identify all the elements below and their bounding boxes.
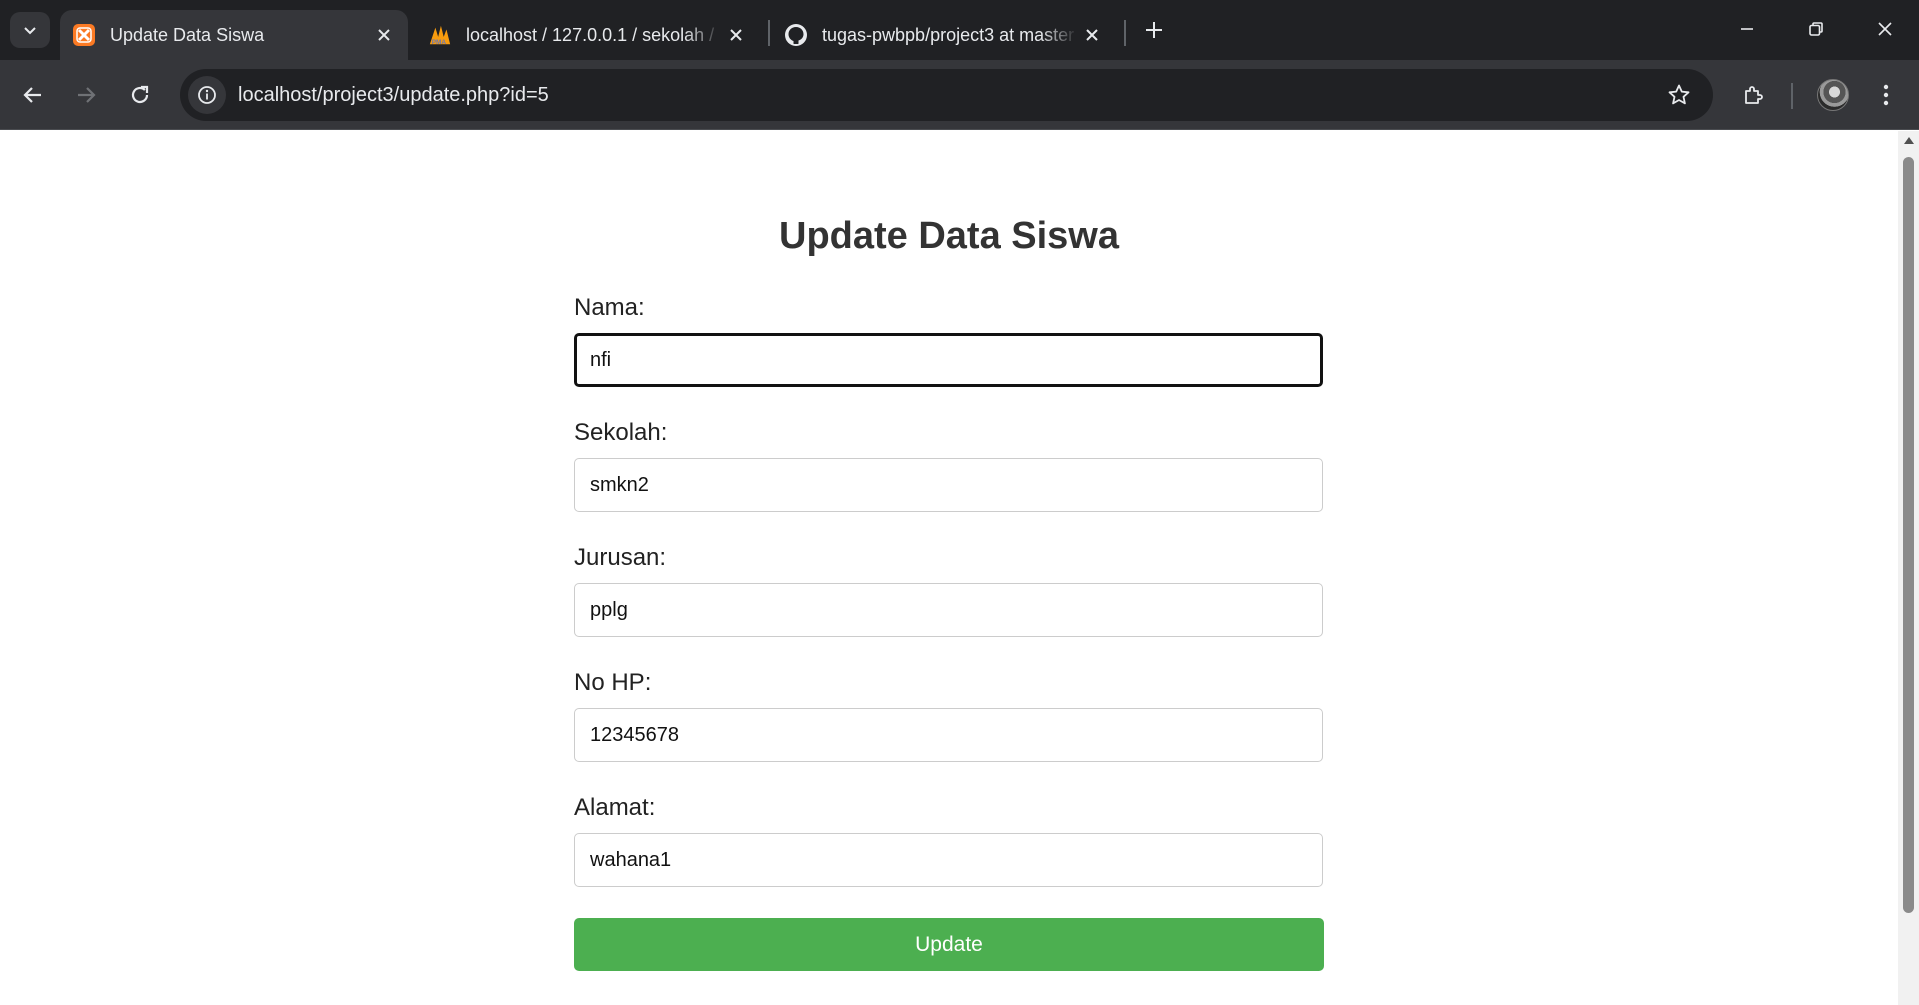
tab-separator [768,20,770,46]
extensions-button[interactable] [1735,76,1773,114]
tab-title: tugas-pwbpb/project3 at master [822,24,1075,45]
sekolah-input[interactable] [574,458,1323,512]
restore-icon [1809,22,1823,36]
no-hp-label: No HP: [574,669,652,696]
toolbar-divider [1791,83,1793,109]
reload-button[interactable] [121,76,159,114]
profile-avatar[interactable] [1817,79,1849,111]
kebab-menu-icon [1883,84,1889,106]
github-icon [784,23,808,47]
tab-separator [1124,20,1126,46]
scroll-up-arrow-icon[interactable] [1904,137,1914,144]
sekolah-label: Sekolah: [574,419,668,446]
bookmark-button[interactable] [1657,73,1701,117]
minimize-button[interactable] [1713,0,1781,58]
phpmyadmin-icon: PMA [428,23,452,47]
tab-search-button[interactable] [10,12,50,48]
plus-icon [1146,22,1162,38]
tab-title: localhost / 127.0.0.1 / sekolah / [466,24,715,45]
restore-button[interactable] [1782,0,1850,58]
reload-icon [131,85,149,104]
jurusan-input[interactable] [574,583,1323,637]
tab-title: Update Data Siswa [110,24,265,45]
minimize-icon [1741,28,1753,30]
browser-tab-strip: Update Data Siswa PMA localhost / 127.0.… [0,0,1919,60]
update-button[interactable]: Update [574,918,1324,971]
tab-github[interactable]: tugas-pwbpb/project3 at master [772,10,1116,60]
close-tab-icon[interactable] [370,21,398,49]
puzzle-icon [1745,86,1763,104]
browser-toolbar: localhost/project3/update.php?id=5 [0,60,1919,130]
forward-button[interactable] [67,76,105,114]
info-icon [198,86,216,104]
svg-text:PMA: PMA [432,39,447,46]
jurusan-label: Jurusan: [574,544,667,571]
no-hp-input[interactable] [574,708,1323,762]
nama-label: Nama: [574,294,645,321]
tab-update-data-siswa[interactable]: Update Data Siswa [60,10,408,60]
xampp-icon [72,23,96,47]
new-tab-button[interactable] [1136,12,1172,48]
close-tab-icon[interactable] [722,21,750,49]
scrollbar-thumb[interactable] [1903,157,1914,913]
close-tab-icon[interactable] [1078,21,1106,49]
page-title: Update Data Siswa [779,215,1119,257]
arrow-left-icon [23,87,41,103]
vertical-scrollbar[interactable] [1898,131,1919,1005]
star-icon [1668,84,1690,105]
address-bar[interactable]: localhost/project3/update.php?id=5 [180,69,1713,121]
close-window-button[interactable] [1851,0,1919,58]
menu-button[interactable] [1867,76,1905,114]
close-icon [1878,22,1892,36]
page-content: Update Data Siswa Nama: Sekolah: Jurusan… [0,131,1898,1005]
nama-input[interactable] [574,333,1323,387]
chevron-down-icon [24,27,36,35]
back-button[interactable] [14,76,52,114]
arrow-right-icon [78,87,96,103]
alamat-label: Alamat: [574,794,656,821]
alamat-input[interactable] [574,833,1323,887]
site-info-button[interactable] [188,76,226,114]
tab-phpmyadmin[interactable]: PMA localhost / 127.0.0.1 / sekolah / [416,10,760,60]
url-text[interactable]: localhost/project3/update.php?id=5 [238,84,1657,107]
